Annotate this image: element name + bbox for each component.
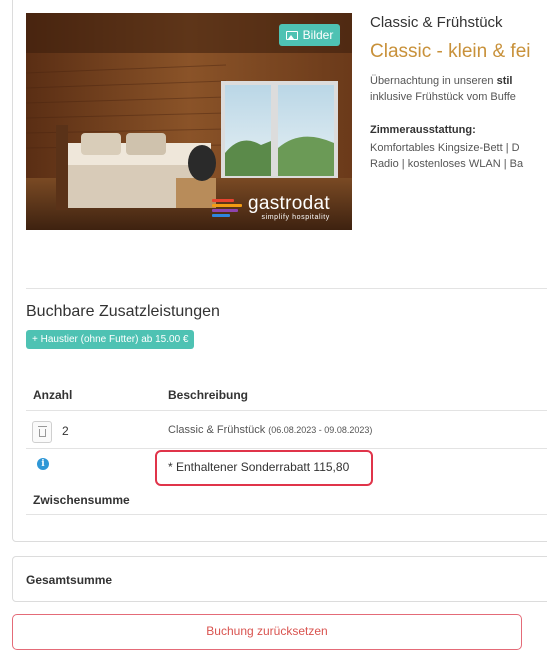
- subtotal-label: Zwischensumme: [33, 493, 130, 507]
- brand-name: gastrodat: [248, 193, 330, 214]
- extras-heading: Buchbare Zusatzleistungen: [26, 303, 220, 320]
- delete-item-button[interactable]: [32, 421, 52, 443]
- brand-stripe: [212, 213, 230, 217]
- brand-stripe: [212, 208, 238, 212]
- table-divider: [26, 514, 547, 515]
- reset-booking-label: Buchung zurücksetzen: [206, 624, 328, 638]
- image-icon: [285, 30, 298, 40]
- table-divider: [26, 410, 547, 411]
- discount-text: * Enthaltener Sonderrabatt 115,80: [168, 460, 350, 474]
- amenities-label: Zimmerausstattung:: [370, 124, 476, 136]
- trash-icon: [37, 426, 47, 437]
- photos-button-label: Bilder: [302, 28, 334, 42]
- description-text: Übernachtung in unseren: [370, 75, 497, 87]
- amenities-list: Komfortables Kingsize-Bett | D Radio | k…: [370, 140, 523, 172]
- item-description: Classic & Frühstück (06.08.2023 - 09.08.…: [168, 424, 372, 436]
- brand-logo: gastrodat simplify hospitality: [212, 194, 330, 221]
- table-divider: [26, 448, 547, 449]
- item-name: Classic & Frühstück: [168, 424, 266, 436]
- info-icon[interactable]: i: [37, 458, 49, 470]
- column-header-quantity: Anzahl: [33, 388, 73, 402]
- amenities-line: Radio | kostenloses WLAN | Ba: [370, 158, 524, 170]
- add-pet-button[interactable]: + Haustier (ohne Futter) ab 15.00 €: [26, 330, 195, 349]
- room-title: Classic & Frühstück: [370, 14, 503, 31]
- photos-button[interactable]: Bilder: [279, 24, 340, 46]
- brand-stripes-icon: [212, 198, 242, 217]
- item-quantity: 2: [62, 424, 69, 438]
- section-divider: [26, 288, 547, 289]
- column-header-description: Beschreibung: [168, 388, 249, 402]
- item-dates: (06.08.2023 - 09.08.2023): [268, 425, 373, 435]
- description-bold: stil: [496, 75, 513, 87]
- reset-booking-button[interactable]: Buchung zurücksetzen: [12, 614, 522, 650]
- brand-stripe: [212, 198, 234, 202]
- room-subtitle: Classic - klein & fei: [370, 41, 531, 62]
- brand-stripe: [212, 203, 242, 207]
- total-label: Gesamtsumme: [26, 573, 113, 587]
- room-description: Übernachtung in unseren stil inklusive F…: [370, 73, 516, 105]
- description-line: inklusive Frühstück vom Buffe: [370, 91, 516, 103]
- amenities-line: Komfortables Kingsize-Bett | D: [370, 142, 520, 154]
- brand-tagline: simplify hospitality: [261, 214, 330, 221]
